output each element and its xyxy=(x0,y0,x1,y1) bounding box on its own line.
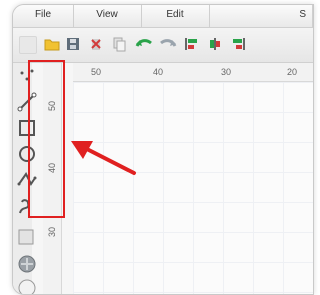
pointer-arrow-icon xyxy=(71,141,136,175)
app-window: File View Edit S 50 40 30 50 40 30 20 xyxy=(12,4,314,295)
